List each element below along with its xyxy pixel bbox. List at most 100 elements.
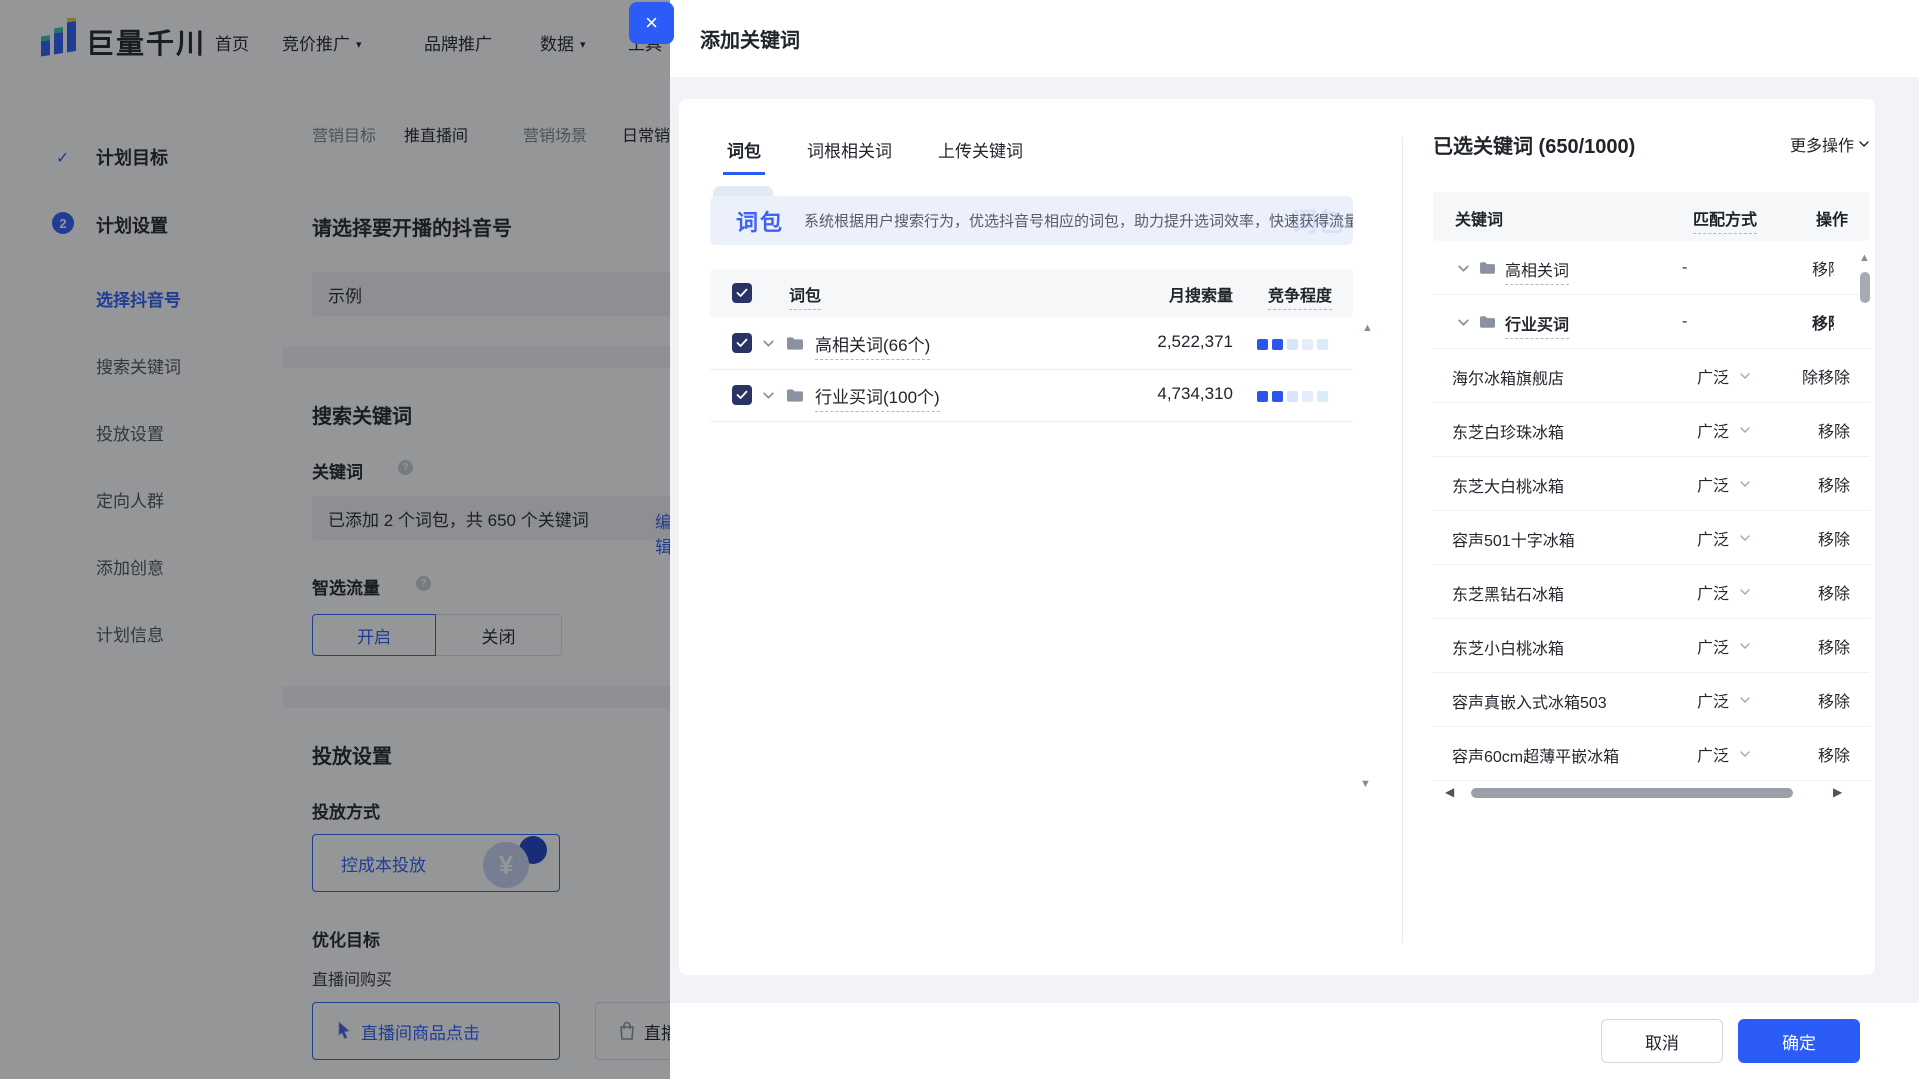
col-operation: 操作 (1816, 206, 1848, 230)
match-type-value: 广泛 (1697, 634, 1729, 658)
add-keywords-modal: 添加关键词 词包 词根相关词 上传关键词 词包 系统根据用户搜索行为，优选抖音号… (670, 0, 1919, 1079)
selected-group-row: 高相关词 - 移除 (1433, 241, 1870, 295)
scroll-left-icon[interactable]: ◀ (1445, 786, 1454, 798)
modal-footer (670, 1003, 1919, 1079)
modal-close-button[interactable]: × (629, 2, 674, 44)
modal-header (670, 0, 1919, 77)
group-match-value: - (1682, 259, 1687, 277)
selected-keyword-row: 容声501十字冰箱 广泛 移除 (1433, 511, 1870, 565)
match-type-value: 广泛 (1697, 742, 1729, 766)
package-row[interactable]: 高相关词(66个) 2,522,371 (710, 317, 1353, 370)
remove-group-link[interactable]: 移除 (1812, 310, 1834, 334)
match-type-select[interactable]: 广泛 (1697, 526, 1751, 550)
folder-icon (1479, 315, 1496, 329)
keyword-name: 容声60cm超薄平嵌冰箱 (1452, 743, 1619, 767)
match-type-value: 广泛 (1697, 526, 1729, 550)
remove-keyword-link[interactable]: 移除 (1818, 526, 1850, 550)
match-type-select[interactable]: 广泛 (1697, 742, 1751, 766)
scroll-right-icon[interactable]: ▶ (1833, 786, 1842, 798)
select-all-checkbox[interactable] (732, 283, 752, 303)
match-type-select[interactable]: 广泛 (1697, 472, 1751, 496)
row-checkbox[interactable] (732, 333, 752, 353)
chevron-down-icon (1739, 694, 1751, 706)
chevron-down-icon[interactable] (762, 389, 775, 407)
match-type-value: 广泛 (1697, 364, 1729, 388)
match-type-value: 广泛 (1697, 472, 1729, 496)
package-row[interactable]: 行业买词(100个) 4,734,310 (710, 369, 1353, 422)
match-type-select[interactable]: 广泛 (1697, 418, 1751, 442)
horizontal-scrollbar-thumb[interactable] (1471, 788, 1793, 798)
group-name[interactable]: 行业买词 (1505, 311, 1569, 339)
match-type-select[interactable]: 广泛 (1697, 364, 1751, 388)
match-type-select[interactable]: 广泛 (1697, 580, 1751, 604)
word-package-banner: 词包 系统根据用户搜索行为，优选抖音号相应的词包，助力提升选词效率，快速获得流量… (710, 196, 1353, 245)
scroll-down-icon[interactable]: ▼ (1360, 779, 1371, 790)
chevron-down-icon (1739, 586, 1751, 598)
match-type-select[interactable]: 广泛 (1697, 688, 1751, 712)
keyword-name: 容声真嵌入式冰箱503 (1452, 689, 1607, 713)
modal-title: 添加关键词 (700, 24, 800, 53)
group-name[interactable]: 高相关词 (1505, 257, 1569, 285)
panel-divider (1402, 137, 1403, 943)
match-type-value: 广泛 (1697, 580, 1729, 604)
chevron-down-icon (1739, 748, 1751, 760)
remove-keyword-link[interactable]: 移除 (1818, 418, 1850, 442)
keyword-name: 东芝大白桃冰箱 (1452, 473, 1564, 497)
match-type-select[interactable]: 广泛 (1697, 634, 1751, 658)
folder-icon (786, 388, 804, 403)
chevron-down-icon (1739, 532, 1751, 544)
selected-keyword-row: 东芝黑钻石冰箱 广泛 移除 (1433, 565, 1870, 619)
more-actions-dropdown[interactable]: 更多操作 (1790, 132, 1870, 156)
tab-upload-keywords[interactable]: 上传关键词 (934, 137, 1027, 175)
remove-keyword-link[interactable]: 移除 (1818, 634, 1850, 658)
selected-panel-title: 已选关键词 (650/1000) (1433, 130, 1635, 159)
selected-keyword-row: 容声60cm超薄平嵌冰箱 广泛 移除 (1433, 727, 1870, 781)
selected-keyword-row: 海尔冰箱旗舰店 广泛 除移除 (1433, 349, 1870, 403)
chevron-down-icon (1739, 424, 1751, 436)
package-volume: 2,522,371 (1157, 332, 1233, 352)
confirm-button[interactable]: 确定 (1738, 1019, 1860, 1063)
keyword-name: 容声501十字冰箱 (1452, 527, 1575, 551)
close-icon: × (645, 10, 658, 36)
chevron-down-icon[interactable] (762, 337, 775, 355)
remove-group-link[interactable]: 移除 (1812, 256, 1834, 280)
col-match-type: 匹配方式 (1693, 206, 1757, 234)
tab-word-package[interactable]: 词包 (723, 137, 765, 175)
keyword-tabs: 词包 词根相关词 上传关键词 (723, 137, 1027, 175)
keyword-name: 东芝黑钻石冰箱 (1452, 581, 1564, 605)
scroll-up-icon[interactable]: ▲ (1362, 323, 1373, 334)
scroll-up-icon[interactable]: ▲ (1859, 253, 1870, 264)
package-table-header: 词包 月搜索量 竞争程度 (710, 269, 1353, 317)
package-name[interactable]: 行业买词(100个) (815, 383, 940, 412)
col-keyword: 关键词 (1455, 206, 1503, 230)
banner-watermark: 词包 (1291, 202, 1343, 239)
col-monthly-search-volume: 月搜索量 (1169, 282, 1233, 306)
remove-keyword-link[interactable]: 移除 (1818, 742, 1850, 766)
folder-icon (1479, 261, 1496, 275)
row-checkbox[interactable] (732, 385, 752, 405)
chevron-down-icon[interactable] (1457, 262, 1470, 280)
remove-keyword-link[interactable]: 移除 (1818, 580, 1850, 604)
selected-keywords-panel: 已选关键词 (650/1000) 更多操作 关键词 匹配方式 操作 (1433, 130, 1870, 781)
remove-keyword-link[interactable]: 移除 (1818, 688, 1850, 712)
chevron-down-icon (1739, 478, 1751, 490)
selected-group-row: 行业买词 - 移除 (1433, 295, 1870, 349)
vertical-scrollbar-thumb[interactable] (1860, 272, 1870, 303)
cancel-button[interactable]: 取消 (1601, 1019, 1723, 1063)
col-package-name: 词包 (789, 282, 821, 310)
selected-keyword-row: 容声真嵌入式冰箱503 广泛 移除 (1433, 673, 1870, 727)
group-match-value: - (1682, 313, 1687, 331)
chevron-down-icon[interactable] (1457, 316, 1470, 334)
selected-table-header: 关键词 匹配方式 操作 (1433, 192, 1870, 241)
competition-indicator (1257, 337, 1332, 355)
selected-keyword-row: 东芝小白桃冰箱 广泛 移除 (1433, 619, 1870, 673)
remove-keyword-link[interactable]: 除移除 (1802, 364, 1850, 388)
match-type-value: 广泛 (1697, 418, 1729, 442)
chevron-down-icon (1858, 138, 1870, 150)
package-name[interactable]: 高相关词(66个) (815, 331, 930, 360)
chevron-down-icon (1739, 640, 1751, 652)
tab-root-related-words[interactable]: 词根相关词 (803, 137, 896, 175)
page: 巨量千川 首页 竞价推广▾ 品牌推广 数据▾ 工具 ✓ 计划目标 2 计划设置 … (0, 0, 1919, 1079)
keyword-name: 海尔冰箱旗舰店 (1452, 365, 1564, 389)
remove-keyword-link[interactable]: 移除 (1818, 472, 1850, 496)
